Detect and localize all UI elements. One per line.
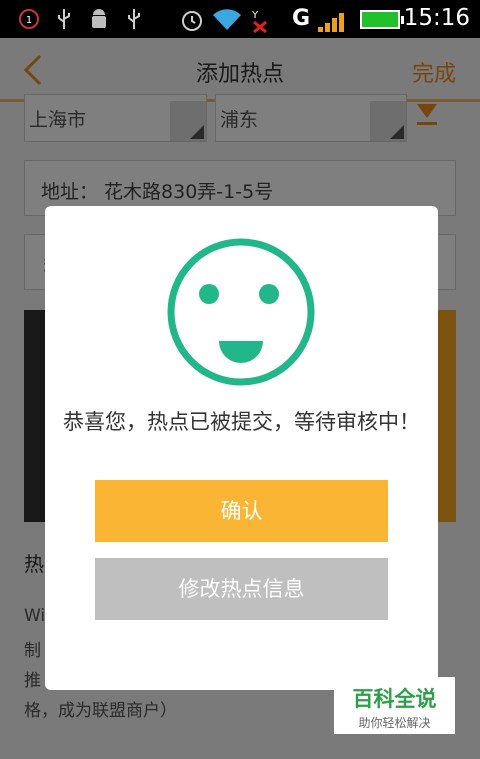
sim-no-signal-icon: Y: [250, 8, 274, 40]
watermark-subtitle: 助你轻松解决: [358, 716, 431, 730]
android-debug-icon: [88, 8, 110, 36]
dialog-message: 恭喜您，热点已被提交，等待审核中！: [63, 410, 420, 434]
watermark-title: 百科全说: [352, 687, 437, 711]
alarm-icon: [180, 8, 204, 38]
submit-success-dialog: 恭喜您，热点已被提交，等待审核中！ 确认 修改热点信息: [45, 206, 438, 690]
status-bar: 1 Y G 15:16: [0, 0, 480, 38]
wifi-icon: [212, 8, 242, 38]
notification-icon: 1: [18, 8, 40, 36]
edit-hotspot-button[interactable]: 修改热点信息: [95, 558, 388, 620]
usb-icon: [56, 8, 72, 36]
usb-icon: [126, 8, 142, 36]
battery-icon: [360, 10, 404, 29]
network-type-label: G: [292, 6, 311, 31]
smiley-icon: [167, 238, 315, 386]
confirm-button[interactable]: 确认: [95, 480, 388, 542]
clock: 15:16: [403, 5, 470, 31]
watermark-logo: 百科全说 助你轻松解决: [334, 677, 455, 734]
svg-text:Y: Y: [251, 10, 259, 21]
svg-text:1: 1: [26, 15, 32, 26]
mobile-signal-icon: [318, 12, 348, 32]
